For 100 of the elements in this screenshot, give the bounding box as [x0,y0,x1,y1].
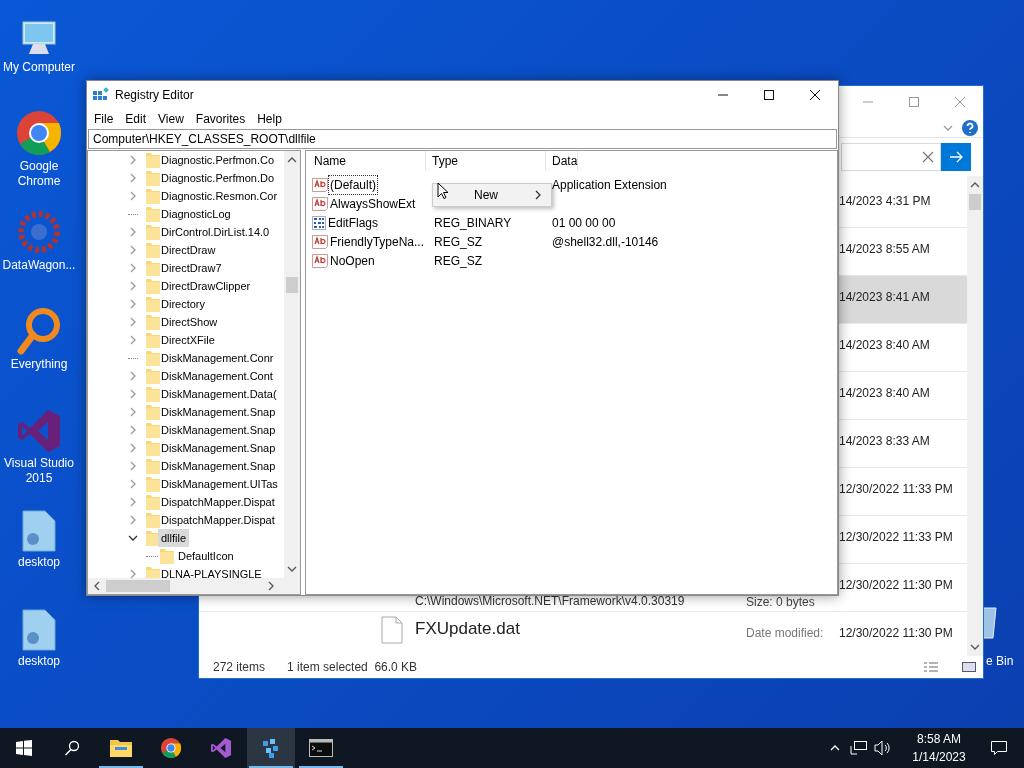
folder-icon [146,404,160,420]
tree-item[interactable]: Directory [158,295,208,313]
tree-item[interactable]: DiskManagement.Data( [158,385,280,403]
desktop-icon-label[interactable]: Visual Studio 2015 [1,456,77,486]
menu-item[interactable]: New [433,184,551,206]
tree-item[interactable]: DiagnosticLog [158,205,234,223]
desktop-icon-label[interactable]: desktop [1,654,77,669]
menu-item[interactable]: Help [251,110,288,128]
clear-icon[interactable] [922,151,934,163]
tree-item[interactable]: DiskManagement.Conr [158,349,277,367]
menu-item[interactable]: View [152,110,190,128]
expand-icon[interactable] [128,407,138,417]
tree-item[interactable]: Diagnostic.Resmon.Cor [158,187,281,205]
clock-date[interactable]: 1/14/2023 [912,748,966,766]
value-name[interactable]: AlwaysShowExt [329,194,417,213]
tree-item[interactable]: DLNA-PLAYSINGLE [158,565,265,578]
desktop-icon-label[interactable]: My Computer [1,60,77,75]
expand-icon[interactable] [128,317,138,327]
expand-icon[interactable] [128,299,138,309]
expand-icon[interactable] [128,497,138,507]
collapse-icon[interactable] [128,533,138,543]
value-name[interactable]: NoOpen [329,251,376,270]
expand-icon[interactable] [128,263,138,273]
date-modified-value: 14/2023 8:41 AM [839,290,930,304]
tree-item[interactable]: DiskManagement.Snap [158,439,279,457]
expand-icon[interactable] [128,461,138,471]
column-header[interactable]: Data [546,151,579,171]
folder-icon [146,386,160,402]
vertical-scrollbar[interactable] [284,151,300,578]
expand-icon[interactable] [128,479,138,489]
value-name[interactable]: FriendlyTypeNa... [329,232,426,251]
tree-item[interactable]: DirectDraw7 [158,259,225,277]
tree-item[interactable]: DispatchMapper.Dispat [158,511,278,529]
desktop-icon-label[interactable]: desktop [1,555,77,570]
menu-item[interactable]: Favorites [189,110,252,128]
search-go-button[interactable] [941,143,971,171]
tree-item[interactable]: DiskManagement.Snap [158,403,279,421]
date-modified-value: 12/30/2022 11:30 PM [839,626,953,640]
expand-icon[interactable] [128,155,138,165]
value-data: 01 00 00 00 [552,215,616,230]
scroll-up-icon [970,180,980,190]
desktop-icon-label[interactable]: Everything [1,357,77,372]
folder-icon [146,206,160,222]
tree-item[interactable]: DirectDraw [158,241,219,259]
desktop-icon-label[interactable]: Google Chrome [1,159,77,189]
desktop-icon-label[interactable]: e Bin [986,652,1014,670]
help-icon[interactable] [961,118,979,137]
horizontal-scrollbar[interactable] [88,578,300,594]
value-data: Application Extension [552,177,667,192]
expand-icon[interactable] [128,389,138,399]
expand-icon[interactable] [128,173,138,183]
menu-item[interactable]: File [88,110,120,128]
expand-icon[interactable] [128,281,138,291]
folder-icon [146,188,160,204]
tree-item[interactable]: DefaultIcon [174,547,238,565]
network-icon[interactable] [850,740,868,756]
column-header[interactable]: Name [306,151,426,171]
chrome-icon [160,737,182,759]
expand-icon[interactable] [128,335,138,345]
expand-icon[interactable] [128,425,138,435]
tree-item[interactable]: DiskManagement.Cont [158,367,276,385]
notifications-icon[interactable] [990,740,1008,756]
tree-item[interactable]: dllfile [158,529,190,547]
tree-item[interactable]: DirectShow [158,313,221,331]
value-name[interactable]: EditFlags [327,213,380,232]
date-modified-value: 14/2023 8:55 AM [839,242,930,256]
address-bar[interactable]: Computer\HKEY_CLASSES_ROOT\dllfile [88,129,837,149]
tree-item[interactable]: DirControl.DirList.14.0 [158,223,273,241]
expand-icon[interactable] [128,191,138,201]
value-name[interactable]: (Default) [329,175,377,194]
scroll-thumb[interactable] [969,194,981,210]
expand-icon[interactable] [128,443,138,453]
tree-item[interactable]: DispatchMapper.Dispat [158,493,278,511]
tree-item[interactable]: DiskManagement.UITas [158,475,281,493]
tree-item[interactable]: Diagnostic.Perfmon.Co [158,151,278,169]
expand-icon[interactable] [128,227,138,237]
tree-item[interactable]: DirectDrawClipper [158,277,254,295]
tree-item[interactable]: DiskManagement.Snap [158,421,279,439]
tree-item[interactable]: DirectXFile [158,331,218,349]
expand-icon[interactable] [128,245,138,255]
scroll-thumb[interactable] [286,277,298,293]
menu-item[interactable]: Edit [119,110,153,128]
expand-icon[interactable] [128,371,138,381]
file-list-row[interactable]: 14/2023 8:41 AM [839,276,967,324]
column-header[interactable]: Type [426,151,546,171]
volume-icon[interactable] [874,740,892,756]
string-value-icon [312,253,328,268]
tiles-view-icon[interactable] [961,661,977,673]
terminal-icon [309,739,333,757]
vertical-scrollbar[interactable] [967,176,983,656]
taskbar-app-button[interactable] [247,728,295,768]
scroll-thumb[interactable] [106,580,170,592]
string-value-icon [312,234,328,249]
expand-icon[interactable] [128,515,138,525]
details-view-icon[interactable] [923,661,939,673]
tree-item[interactable]: Diagnostic.Perfmon.Do [158,169,278,187]
search-field[interactable] [841,143,941,171]
tree-item[interactable]: DiskManagement.Snap [158,457,279,475]
desktop-icon-label[interactable]: DataWagon... [1,258,77,273]
clock-time[interactable]: 8:58 AM [917,730,961,748]
